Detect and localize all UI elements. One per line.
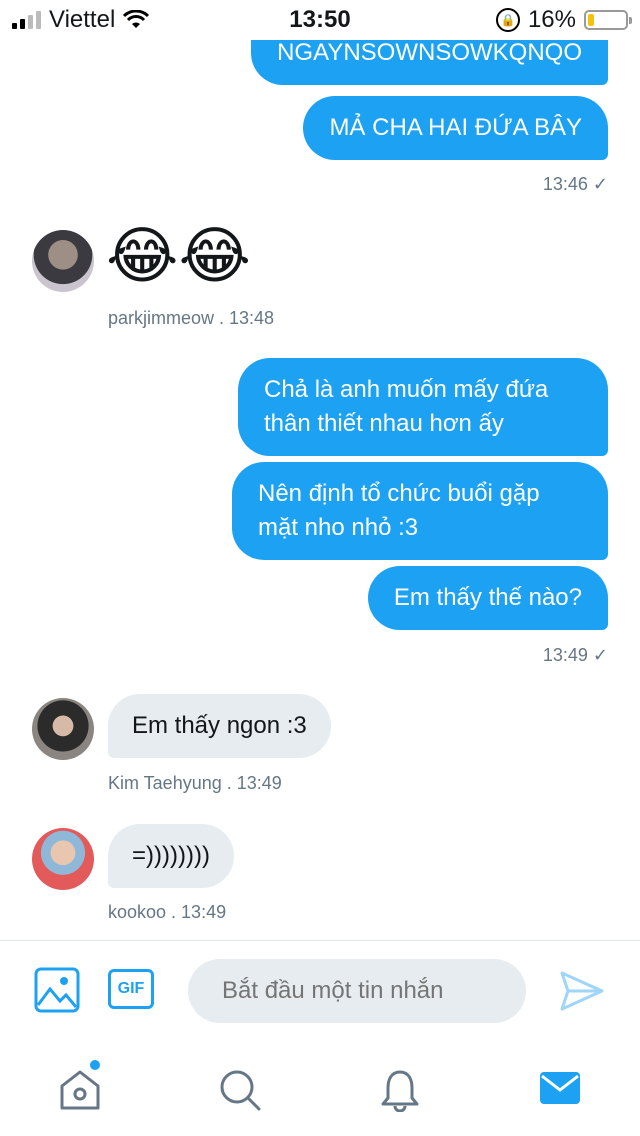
incoming-message-2[interactable]: =)))))))) xyxy=(108,824,234,888)
message-text: Em thấy thế nào? xyxy=(393,584,582,611)
gif-icon[interactable]: GIF xyxy=(108,969,154,1009)
status-bar: Viettel 13:50 🔒 16% xyxy=(0,0,640,40)
outgoing-message-3[interactable]: Chả là anh muốn mấy đứa thân thiết nhau … xyxy=(238,358,608,456)
message-text: Chả là anh muốn mấy đứa thân thiết nhau … xyxy=(264,376,549,437)
sender-meta: Kim Taehyung . 13:49 xyxy=(108,773,282,793)
status-right: 🔒 16% xyxy=(408,6,632,34)
message-text: Em thấy ngon :3 xyxy=(132,712,307,739)
avatar-kookoo[interactable] xyxy=(32,828,94,890)
battery-fill xyxy=(587,14,594,26)
carrier-name: Viettel xyxy=(49,6,116,33)
message-composer: GIF xyxy=(0,940,640,1040)
avatar-parkjimmeow[interactable] xyxy=(32,230,94,292)
home-notification-dot xyxy=(90,1060,100,1070)
send-icon[interactable] xyxy=(560,971,604,1011)
message-timestamp: 13:46 ✓ xyxy=(542,174,608,194)
messages-icon[interactable] xyxy=(538,1068,582,1108)
battery-percent: 16% xyxy=(527,6,576,33)
home-icon[interactable] xyxy=(58,1068,102,1110)
tab-bar xyxy=(0,1040,640,1136)
outgoing-message-1[interactable]: NGAYNSOWNSOWKQNQO xyxy=(251,40,608,85)
message-text: Nên định tổ chức buổi gặp mặt nho nhỏ :3 xyxy=(258,480,540,541)
outgoing-message-4[interactable]: Nên định tổ chức buổi gặp mặt nho nhỏ :3 xyxy=(232,462,608,560)
search-icon[interactable] xyxy=(218,1068,262,1112)
conversation[interactable]: NGAYNSOWNSOWKQNQO MẢ CHA HAI ĐỨA BÂY 13:… xyxy=(0,40,640,940)
signal-icon xyxy=(12,11,41,29)
message-text: MẢ CHA HAI ĐỨA BÂY xyxy=(329,114,582,141)
rotation-lock-icon: 🔒 xyxy=(495,8,520,32)
message-text: NGAYNSOWNSOWKQNQO xyxy=(277,40,582,66)
battery-icon xyxy=(583,10,632,30)
status-time: 13:50 xyxy=(289,6,351,33)
status-left: Viettel xyxy=(12,6,232,34)
sender-meta: parkjimmeow . 13:48 xyxy=(108,308,275,328)
incoming-message-1[interactable]: Em thấy ngon :3 xyxy=(108,694,331,758)
wifi-icon xyxy=(123,10,150,28)
sender-meta: kookoo . 13:49 xyxy=(108,902,227,922)
outgoing-message-2[interactable]: MẢ CHA HAI ĐỨA BÂY xyxy=(303,96,608,160)
image-icon[interactable] xyxy=(34,967,80,1013)
notifications-icon[interactable] xyxy=(378,1068,422,1112)
outgoing-message-5[interactable]: Em thấy thế nào? xyxy=(367,566,608,630)
message-text: =)))))))) xyxy=(132,842,210,869)
avatar-kim-taehyung[interactable] xyxy=(32,698,94,760)
message-input[interactable] xyxy=(188,959,526,1023)
emoji-message[interactable]: 😂😂 xyxy=(106,222,251,292)
message-timestamp: 13:49 ✓ xyxy=(542,645,608,665)
